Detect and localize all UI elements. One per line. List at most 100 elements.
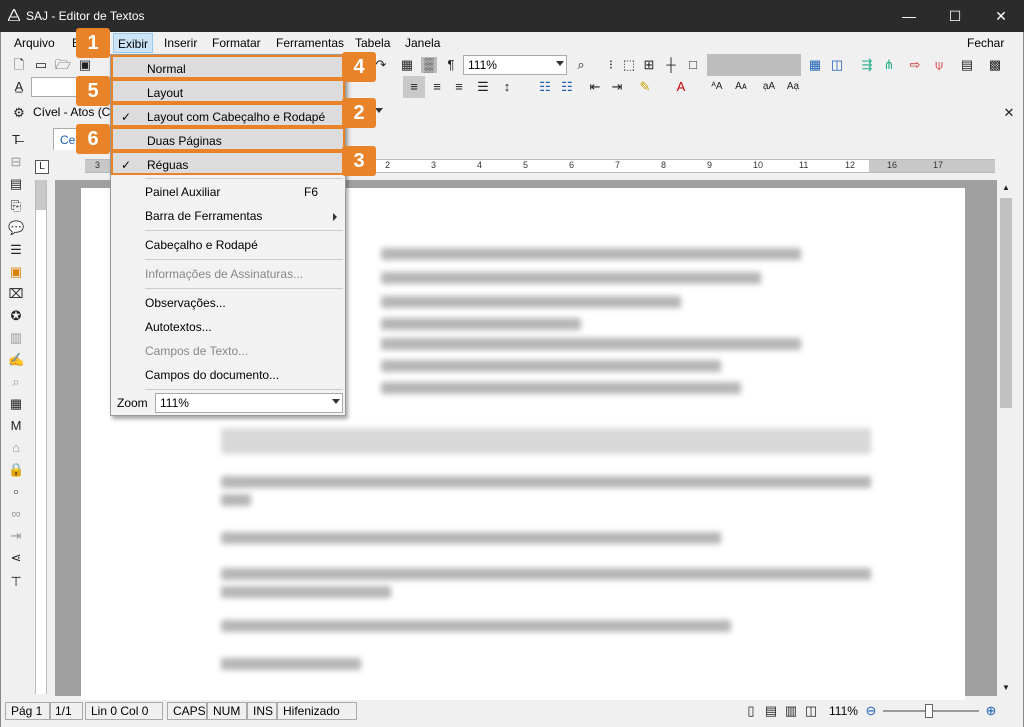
border-outer-icon[interactable]: □ [685, 57, 701, 73]
split-icon[interactable]: ◫ [829, 57, 845, 73]
align-center-icon[interactable]: ≡ [429, 79, 445, 95]
arrow-red-icon[interactable]: ⇨ [907, 57, 923, 73]
table-icon[interactable]: ▦ [399, 57, 415, 73]
menu-exibir[interactable]: Exibir [113, 33, 154, 53]
keyboard-icon[interactable]: ▤ [959, 57, 975, 73]
lowercase-icon[interactable]: Aᴀ [733, 79, 749, 95]
menu-separator [145, 389, 343, 390]
menu-inserir[interactable]: Inserir [164, 36, 197, 50]
vertical-scrollbar[interactable]: ▲ ▼ [997, 180, 1015, 696]
stamp-icon[interactable]: ⎘ [8, 198, 24, 214]
menu-item-layout[interactable]: Layout [111, 79, 345, 103]
zoom-in-icon[interactable]: ⊕ [983, 703, 999, 719]
menu-item-observations[interactable]: Observações... [111, 291, 345, 315]
border-all-icon[interactable]: ⊞ [641, 57, 657, 73]
highlight-icon[interactable]: ✎ [637, 79, 653, 95]
view-layout-icon[interactable]: ▤ [763, 703, 779, 719]
bullets-icon[interactable]: ☷ [537, 79, 553, 95]
zoom-combo[interactable]: 111% [463, 55, 567, 75]
font-color-icon[interactable]: A [673, 79, 689, 95]
step-badge-4: 4 [342, 52, 376, 82]
outdent-icon[interactable]: ⇤ [587, 79, 603, 95]
comment-icon[interactable]: 💬 [8, 220, 24, 236]
grid-options-icon[interactable]: ▩ [987, 57, 1003, 73]
maximize-button[interactable]: ☐ [932, 0, 978, 32]
align-left-icon[interactable]: ≡ [406, 79, 422, 95]
menu-item-normal[interactable]: Normal [111, 55, 345, 79]
save-icon[interactable]: ▣ [77, 57, 93, 73]
lock-small-icon[interactable]: ▫ [8, 484, 24, 500]
menu-item-toolbars[interactable]: Barra de Ferramentas [111, 204, 345, 228]
zoom-out-icon[interactable]: ⊖ [863, 703, 879, 719]
view-two-pages-icon[interactable]: ◫ [803, 703, 819, 719]
menu-separator [145, 288, 343, 289]
user-settings-icon[interactable]: ⚙ [11, 105, 27, 121]
menu-formatar[interactable]: Formatar [212, 36, 261, 50]
hierarchy-icon[interactable]: ⋔ [881, 57, 897, 73]
close-doc-icon[interactable]: ✕ [1001, 105, 1017, 121]
link-disabled-icon: ∞ [11, 506, 21, 521]
minimize-button[interactable]: — [886, 0, 932, 32]
layout-icon[interactable]: ▦ [807, 57, 823, 73]
border-dotted-icon[interactable]: ⬚ [621, 57, 637, 73]
ruler-mark: 12 [845, 160, 856, 170]
numbering-icon[interactable]: ☷ [559, 79, 575, 95]
uppercase-icon[interactable]: ᴬA [709, 79, 725, 95]
ruler-mark: 17 [933, 160, 944, 170]
menu-item-header-footer[interactable]: Cabeçalho e Rodapé [111, 233, 345, 257]
menu-item-two-pages[interactable]: Duas Páginas [111, 127, 345, 151]
tree-icon[interactable]: ⇶ [859, 57, 875, 73]
view-normal-icon[interactable]: ▯ [743, 703, 759, 719]
grow-font-icon[interactable]: ạA [761, 79, 777, 95]
outline-icon[interactable]: ⁝ [603, 57, 619, 73]
share-icon[interactable]: ⋖ [8, 550, 24, 566]
menu-item-autotexts[interactable]: Autotextos... [111, 315, 345, 339]
grid-icon[interactable]: ▒ [421, 57, 437, 73]
calendar-icon[interactable]: ▦ [8, 396, 24, 412]
border-inner-icon[interactable]: ┼ [663, 57, 679, 73]
list-doc-icon[interactable]: ☰ [8, 242, 24, 258]
menu-tabela[interactable]: Tabela [355, 36, 390, 50]
certificate-icon[interactable]: ✪ [8, 308, 24, 324]
zoom-slider-handle[interactable] [925, 704, 933, 718]
menu-shortcut: F6 [304, 185, 319, 199]
menu-item-aux-panel[interactable]: Painel Auxiliar F6 [111, 180, 345, 204]
menu-ferramentas[interactable]: Ferramentas [276, 36, 344, 50]
menu-item-layout-header-footer[interactable]: ✓ Layout com Cabeçalho e Rodapé [111, 103, 345, 127]
status-ins: INS [247, 702, 277, 720]
find-icon[interactable]: ⌕ [573, 57, 589, 73]
menu-zoom-combo[interactable]: 111% [155, 393, 343, 413]
spell-icon[interactable]: A̲ [11, 79, 27, 95]
form-icon[interactable]: ▣ [8, 264, 24, 280]
blank-page-icon[interactable]: ▭ [33, 57, 49, 73]
scroll-up-icon[interactable]: ▲ [998, 180, 1014, 196]
scroll-down-icon[interactable]: ▼ [998, 680, 1014, 696]
text-tool-icon[interactable]: T̶ [8, 132, 24, 148]
scroll-thumb[interactable] [1000, 198, 1012, 408]
justify-icon[interactable]: ☰ [475, 79, 491, 95]
shrink-font-icon[interactable]: Aạ [785, 79, 801, 95]
tab-stop-icon[interactable]: L [35, 160, 49, 174]
menu-item-doc-fields[interactable]: Campos do documento... [111, 363, 345, 387]
menu-item-rulers[interactable]: ✓ Réguas [111, 151, 345, 175]
lock-icon[interactable]: 🔒 [8, 462, 24, 478]
fields-icon[interactable]: ▤ [8, 176, 24, 192]
indent-icon[interactable]: ⇥ [609, 79, 625, 95]
menu-janela[interactable]: Janela [405, 36, 440, 50]
menu-arquivo[interactable]: Arquivo [14, 36, 55, 50]
pin-red-icon[interactable]: ⍦ [931, 57, 947, 73]
ruler-mark: 7 [615, 160, 621, 170]
line-style-group[interactable] [707, 54, 801, 76]
menu-fechar[interactable]: Fechar [967, 36, 1004, 50]
new-doc-icon[interactable]: 🗋 [11, 57, 27, 73]
menu-separator [145, 259, 343, 260]
document-m-icon[interactable]: M [8, 418, 24, 434]
line-spacing-icon[interactable]: ↕ [499, 79, 515, 95]
close-button[interactable]: ✕ [978, 0, 1024, 32]
pilcrow-icon[interactable]: ¶ [443, 57, 459, 73]
form-delete-icon[interactable]: ⌧ [8, 286, 24, 302]
open-folder-icon[interactable]: 🗁 [55, 57, 71, 73]
format-painter-icon[interactable]: ⊤ [8, 574, 24, 590]
view-header-icon[interactable]: ▥ [783, 703, 799, 719]
align-right-icon[interactable]: ≡ [451, 79, 467, 95]
